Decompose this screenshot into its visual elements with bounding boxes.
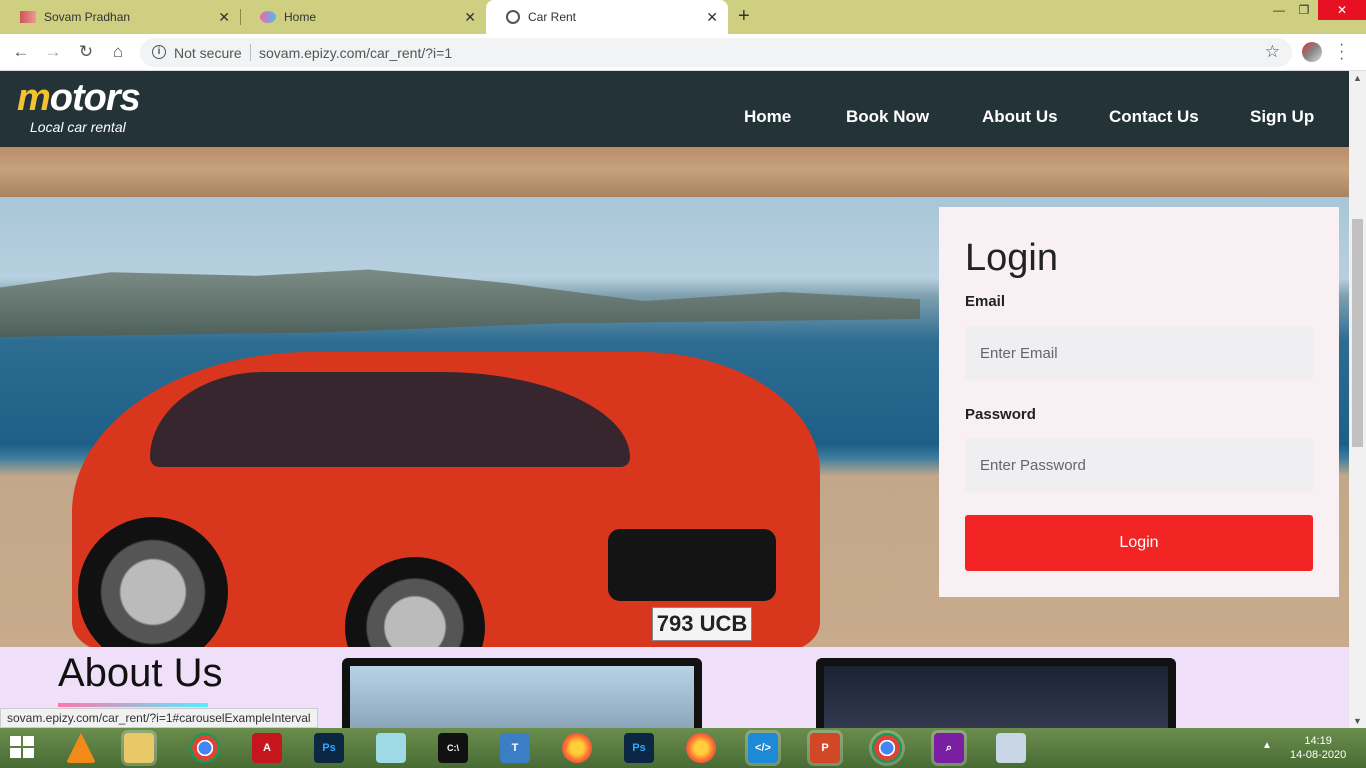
vlc-icon[interactable] <box>66 733 96 763</box>
logo-tagline: Local car rental <box>30 119 126 135</box>
paint-icon[interactable] <box>996 733 1026 763</box>
profile-avatar[interactable] <box>1302 42 1322 62</box>
browser-toolbar: ← → ↻ ⌂ i Not secure sovam.epizy.com/car… <box>0 34 1366 71</box>
notepad-icon[interactable] <box>376 733 406 763</box>
photoshop-icon[interactable]: Ps <box>314 733 344 763</box>
bookmark-star-icon[interactable]: ☆ <box>1265 42 1280 62</box>
firefox-icon[interactable] <box>562 733 592 763</box>
heading-underline <box>58 703 208 707</box>
close-window-button[interactable]: ✕ <box>1318 0 1366 20</box>
password-field[interactable] <box>965 438 1313 492</box>
taskbar-clock[interactable]: 14:19 14-08-2020 <box>1290 734 1346 762</box>
web-page: motors Local car rental Home Book Now Ab… <box>0 71 1349 728</box>
logo-text: otors <box>49 77 141 119</box>
login-title: Login <box>965 237 1058 279</box>
card-photo <box>350 666 694 728</box>
about-us-heading: About Us <box>58 651 223 695</box>
info-icon[interactable]: i <box>152 45 166 59</box>
search-icon[interactable]: ⌕ <box>934 733 964 763</box>
logo-accent: m <box>17 77 51 119</box>
nav-home[interactable]: Home <box>744 107 791 127</box>
about-card-image <box>342 658 702 728</box>
tab-title: Sovam Pradhan <box>44 10 131 24</box>
file-explorer-icon[interactable] <box>124 733 154 763</box>
firefox-icon[interactable] <box>686 733 716 763</box>
tab-sovam-pradhan[interactable]: Sovam Pradhan ✕ <box>0 0 240 34</box>
about-card-image <box>816 658 1176 728</box>
tab-home[interactable]: Home ✕ <box>240 0 486 34</box>
scroll-up-arrow-icon[interactable]: ▲ <box>1353 73 1362 83</box>
close-tab-icon[interactable]: ✕ <box>706 9 718 26</box>
photoshop-icon[interactable]: Ps <box>624 733 654 763</box>
show-hidden-icons-icon[interactable]: ▲ <box>1262 740 1272 751</box>
email-field[interactable] <box>965 326 1313 380</box>
page-scrollbar[interactable]: ▲ ▼ <box>1349 71 1366 728</box>
address-divider <box>250 44 251 61</box>
acrobat-icon[interactable]: A <box>252 733 282 763</box>
site-favicon-icon <box>20 11 36 23</box>
link-status-bar: sovam.epizy.com/car_rent/?i=1#carouselEx… <box>0 708 318 728</box>
restore-button[interactable]: ❐ <box>1290 0 1318 20</box>
site-logo[interactable]: motors <box>17 77 141 120</box>
hero-banner-strip <box>0 147 1349 197</box>
windows-start-icon[interactable] <box>10 736 36 760</box>
reload-button[interactable]: ↻ <box>76 42 96 62</box>
security-label[interactable]: Not secure <box>174 45 242 61</box>
home-icon[interactable]: ⌂ <box>108 42 128 62</box>
tab-car-rent[interactable]: Car Rent ✕ <box>486 0 728 34</box>
card-photo <box>824 666 1168 728</box>
nav-contact-us[interactable]: Contact Us <box>1109 107 1199 127</box>
email-label: Email <box>965 293 1006 310</box>
login-form: Login Email Password Login <box>939 207 1339 597</box>
address-bar[interactable]: i Not secure sovam.epizy.com/car_rent/?i… <box>140 38 1292 67</box>
car-grille <box>608 529 776 601</box>
nav-book-now[interactable]: Book Now <box>846 107 929 127</box>
new-tab-button[interactable]: + <box>738 5 750 28</box>
browser-menu-icon[interactable]: · · · <box>1339 37 1344 67</box>
clock-date: 14-08-2020 <box>1290 749 1347 761</box>
globe-icon <box>506 10 520 24</box>
forward-button[interactable]: → <box>43 42 63 62</box>
coastal-cliffs <box>0 269 920 337</box>
chrome-icon[interactable] <box>190 733 220 763</box>
tab-title: Home <box>284 10 317 24</box>
login-button[interactable]: Login <box>965 515 1313 571</box>
close-tab-icon[interactable]: ✕ <box>464 9 476 26</box>
windows-taskbar: A Ps C:\ T Ps </> P ⌕ ▲ 14:19 14-08-2020 <box>0 728 1366 768</box>
nav-about-us[interactable]: About Us <box>982 107 1058 127</box>
chrome-icon[interactable] <box>872 733 902 763</box>
license-plate: 793 UCB <box>652 607 752 641</box>
url-text[interactable]: sovam.epizy.com/car_rent/?i=1 <box>259 45 452 61</box>
browser-tabstrip: Sovam Pradhan ✕ Home ✕ Car Rent ✕ + — ❐ … <box>0 0 1366 34</box>
powerpoint-icon[interactable]: P <box>810 733 840 763</box>
typing-tutor-icon[interactable]: T <box>500 733 530 763</box>
scroll-down-arrow-icon[interactable]: ▼ <box>1353 716 1362 726</box>
cmd-icon[interactable]: C:\ <box>438 733 468 763</box>
clock-time: 14:19 <box>1304 735 1332 747</box>
scroll-thumb[interactable] <box>1352 219 1363 447</box>
password-label: Password <box>965 406 1036 423</box>
nav-sign-up[interactable]: Sign Up <box>1250 107 1314 127</box>
tab-title: Car Rent <box>528 10 577 24</box>
close-tab-icon[interactable]: ✕ <box>218 9 230 26</box>
back-button[interactable]: ← <box>11 42 31 62</box>
site-navbar: motors Local car rental Home Book Now Ab… <box>0 71 1349 147</box>
site-favicon-icon <box>260 11 276 23</box>
vscode-icon[interactable]: </> <box>748 733 778 763</box>
